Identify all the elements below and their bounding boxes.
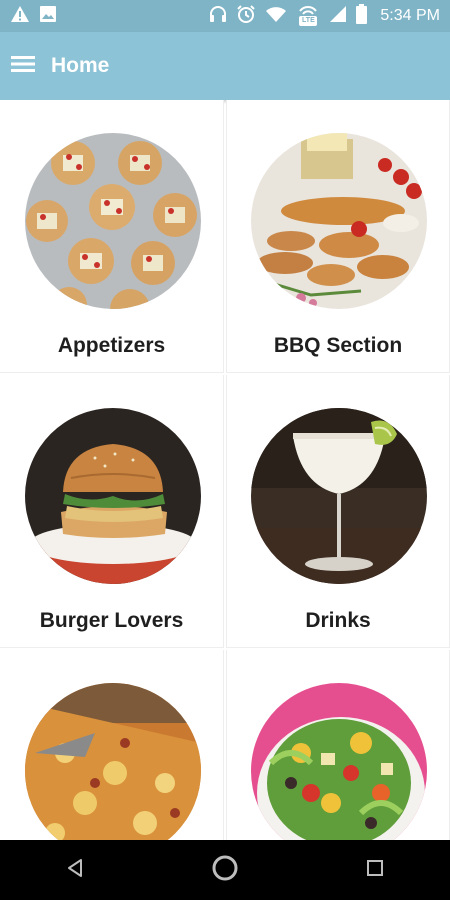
home-icon (211, 854, 239, 887)
category-label: Appetizers (57, 334, 166, 357)
category-card-pizza[interactable] (0, 650, 224, 840)
alarm-icon (236, 4, 256, 29)
page-title: Home (51, 54, 110, 77)
headphones-icon (209, 5, 227, 28)
category-card-appetizers[interactable]: Appetizers (0, 100, 224, 373)
system-nav-bar (0, 840, 450, 900)
category-card-salad[interactable] (226, 650, 450, 840)
app-bar: Home (0, 32, 450, 100)
menu-button[interactable] (0, 32, 49, 100)
wifi-icon (265, 5, 287, 28)
recents-button[interactable] (345, 840, 405, 900)
signal-icon (329, 5, 347, 28)
hamburger-menu-icon (11, 55, 35, 78)
warning-icon (10, 5, 30, 28)
image-icon (39, 5, 57, 28)
category-card-bbq-section[interactable]: BBQ Section (226, 100, 450, 373)
drinks-image (251, 408, 427, 584)
battery-icon (356, 3, 368, 29)
salad-image (251, 683, 427, 840)
category-label: BBQ Section (273, 334, 403, 357)
category-card-burger-lovers[interactable]: Burger Lovers (0, 375, 224, 648)
status-bar: LTE 5:34 PM (0, 0, 450, 32)
back-icon (65, 858, 85, 883)
pizza-image (25, 683, 201, 840)
appetizers-image (25, 133, 201, 309)
category-card-drinks[interactable]: Drinks (226, 375, 450, 648)
category-label: Drinks (305, 609, 371, 632)
back-button[interactable] (45, 840, 105, 900)
recents-icon (366, 859, 384, 882)
category-label: Burger Lovers (39, 609, 184, 632)
home-button[interactable] (195, 840, 255, 900)
lte-badge: LTE (302, 17, 315, 24)
category-grid: Appetizers BBQ Section Burger Lovers Dri… (0, 100, 450, 840)
status-time: 5:34 PM (380, 7, 440, 24)
status-right-icons: LTE 5:34 PM (209, 3, 440, 29)
status-left-icons (10, 5, 57, 28)
burger-lovers-image (25, 408, 201, 584)
volte-icon: LTE (296, 5, 320, 27)
bbq-section-image (251, 133, 427, 309)
